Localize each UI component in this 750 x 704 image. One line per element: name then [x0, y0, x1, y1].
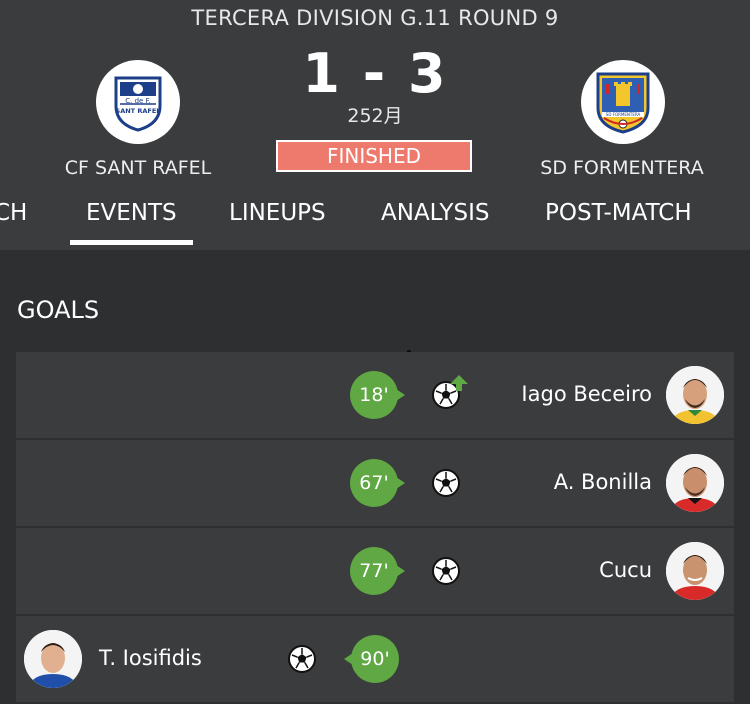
- goal-row[interactable]: 18' Iago Beceiro: [16, 352, 734, 438]
- away-team-name[interactable]: SD FORMENTERA: [512, 157, 732, 179]
- goals-list: 18' Iago Beceiro 67' A. Bonilla 77' Cucu…: [16, 352, 734, 704]
- avatar[interactable]: [666, 366, 724, 424]
- goal-minute: 90': [360, 648, 390, 670]
- minute-pointer: [396, 477, 405, 489]
- goal-scorer-name[interactable]: A. Bonilla: [554, 470, 652, 494]
- active-tab-indicator: [70, 240, 193, 245]
- tab-analysis[interactable]: ANALYSIS: [381, 200, 489, 226]
- goal-scorer-name[interactable]: Cucu: [599, 558, 652, 582]
- minute-pointer: [344, 653, 353, 665]
- attendance-count: 252月: [347, 105, 403, 127]
- tab-match[interactable]: CH: [0, 200, 27, 226]
- goal-scorer-name[interactable]: Iago Beceiro: [521, 382, 652, 406]
- goal-minute: 77': [359, 560, 389, 582]
- soccer-ball-icon: [432, 557, 460, 585]
- minute-pointer: [396, 389, 405, 401]
- goal-minute-badge: 18': [350, 371, 405, 419]
- goal-minute-badge: 67': [350, 459, 405, 507]
- tab-post-match[interactable]: POST-MATCH: [545, 200, 692, 226]
- match-status-badge: FINISHED: [276, 140, 472, 172]
- home-team-name[interactable]: CF SANT RAFEL: [28, 157, 248, 179]
- player-photo-icon: [666, 454, 724, 512]
- goal-minute-badge: 77': [350, 547, 405, 595]
- player-photo-icon: [666, 542, 724, 600]
- goal-row[interactable]: 77' Cucu: [16, 528, 734, 614]
- goal-minute: 67': [359, 472, 389, 494]
- match-tabs: CH EVENTS LINEUPS ANALYSIS POST-MATCH: [0, 196, 750, 250]
- tab-events[interactable]: EVENTS: [86, 200, 177, 226]
- avatar[interactable]: [666, 542, 724, 600]
- soccer-ball-icon: [432, 469, 460, 497]
- tab-lineups[interactable]: LINEUPS: [229, 200, 326, 226]
- soccer-ball-icon: [288, 645, 316, 673]
- player-photo-icon: [24, 630, 82, 688]
- avatar[interactable]: [24, 630, 82, 688]
- goal-scorer-name[interactable]: T. Iosifidis: [99, 646, 202, 670]
- avatar[interactable]: [666, 454, 724, 512]
- goal-row[interactable]: T. Iosifidis 90': [16, 616, 734, 702]
- match-score: 1 - 3: [302, 42, 448, 105]
- goal-minute: 18': [359, 384, 389, 406]
- minute-pointer: [396, 565, 405, 577]
- player-photo-icon: [666, 366, 724, 424]
- substitution-up-arrow-icon: [450, 375, 468, 391]
- goal-row[interactable]: 67' A. Bonilla: [16, 440, 734, 526]
- competition-title: TERCERA DIVISION G.11 ROUND 9: [191, 6, 559, 30]
- match-header: TERCERA DIVISION G.11 ROUND 9 C. de F. S…: [0, 0, 750, 250]
- goal-minute-badge: 90': [344, 635, 399, 683]
- goals-section-title: GOALS: [17, 296, 100, 324]
